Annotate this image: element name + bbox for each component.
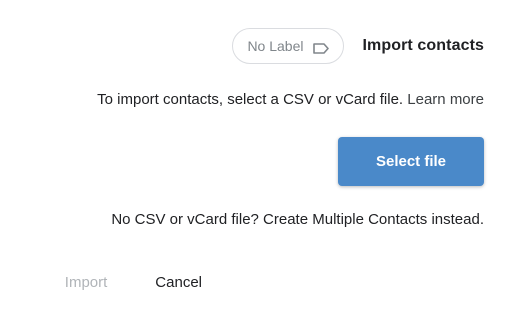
label-icon <box>313 41 330 54</box>
learn-more-link[interactable]: Learn more <box>407 91 484 108</box>
label-chip-text: No Label <box>247 38 304 54</box>
select-file-button[interactable]: Select file <box>338 137 484 186</box>
dialog-header: Import contacts No Label <box>232 26 484 66</box>
instructions-text: To import contacts, select a CSV or vCar… <box>97 91 408 108</box>
import-contacts-dialog: Import contacts No Label To import conta… <box>0 0 508 322</box>
label-selector-chip[interactable]: No Label <box>232 28 345 64</box>
import-instructions: To import contacts, select a CSV or vCar… <box>97 91 484 108</box>
dialog-footer: Cancel Import <box>65 270 202 295</box>
cancel-button[interactable]: Cancel <box>155 270 202 295</box>
dialog-title: Import contacts <box>362 37 484 54</box>
alternative-instructions: No CSV or vCard file? Create Multiple Co… <box>111 211 484 228</box>
import-button[interactable]: Import <box>65 270 108 295</box>
